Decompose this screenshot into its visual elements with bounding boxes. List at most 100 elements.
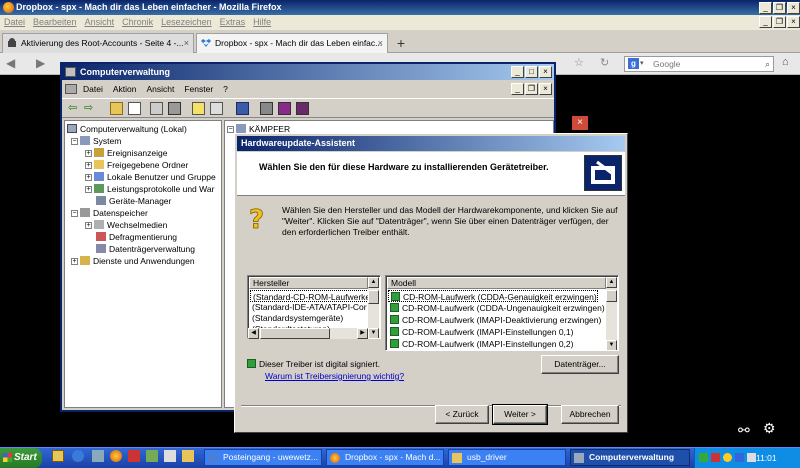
quicklaunch-app-icon[interactable]	[146, 450, 158, 462]
help-icon[interactable]	[192, 102, 205, 115]
menu-hilfe[interactable]: Hilfe	[249, 15, 275, 30]
uninstall-icon[interactable]	[278, 102, 291, 115]
taskbar-item-computerverwaltung[interactable]: Computerverwaltung	[570, 449, 690, 466]
menu-datei[interactable]: Datei	[0, 15, 29, 30]
tree-item-wechselmedien[interactable]: + Wechselmedien	[85, 219, 167, 231]
gear-icon[interactable]: ⚙	[763, 420, 776, 437]
restore-button[interactable]: ❐	[773, 2, 786, 14]
cv-menu-datei[interactable]: Datei	[78, 81, 108, 97]
back-icon[interactable]: ⇦	[68, 102, 81, 115]
menu-extras[interactable]: Extras	[216, 15, 250, 30]
system-menu-icon[interactable]	[65, 84, 77, 94]
menu-chronik[interactable]: Chronik	[118, 15, 157, 30]
bookmark-star-icon[interactable]: ☆	[574, 56, 584, 69]
tray-icon[interactable]	[735, 453, 744, 462]
minimize-button[interactable]: _	[759, 2, 772, 14]
tab-root-account[interactable]: Aktivierung des Root-Accounts - Seite 4 …	[2, 33, 194, 53]
expand-icon[interactable]: +	[85, 174, 92, 181]
scroll-down-icon[interactable]: ▼	[606, 340, 617, 350]
view-icon[interactable]	[210, 102, 223, 115]
dropdown-icon[interactable]: ▾	[640, 57, 644, 71]
tray-icon[interactable]	[711, 453, 720, 462]
tree-item-freigegebene-ordner[interactable]: + Freigegebene Ordner	[85, 159, 188, 171]
scroll-right-icon[interactable]: ▶	[357, 328, 368, 339]
quicklaunch-explorer-icon[interactable]	[52, 450, 64, 462]
new-tab-button[interactable]: +	[392, 35, 410, 51]
tab-close-icon[interactable]: ×	[184, 34, 189, 52]
menu-lesezeichen[interactable]: Lesezeichen	[157, 15, 216, 30]
quicklaunch-desktop-icon[interactable]	[92, 450, 104, 462]
update-driver-icon[interactable]	[260, 102, 273, 115]
expand-icon[interactable]: +	[85, 150, 92, 157]
collapse-icon[interactable]: −	[71, 138, 78, 145]
quicklaunch-app-icon[interactable]	[164, 450, 176, 462]
tree-item-leistungsprotokolle[interactable]: + Leistungsprotokolle und War	[85, 183, 214, 195]
menu-bearbeiten[interactable]: Bearbeiten	[29, 15, 81, 30]
home-icon[interactable]: ⌂	[782, 56, 789, 68]
cv-close-button[interactable]: ×	[539, 66, 552, 78]
cv-minimize-button[interactable]: _	[511, 66, 524, 78]
link-icon[interactable]: ⚯	[738, 422, 750, 439]
scroll-left-icon[interactable]: ◀	[248, 328, 259, 339]
tree-system[interactable]: − System	[71, 135, 121, 147]
disk-button[interactable]: Datenträger...	[541, 355, 619, 374]
signing-help-link[interactable]: Warum ist Treibersignierung wichtig?	[265, 371, 404, 381]
scroll-up-icon[interactable]: ▲	[368, 277, 379, 288]
manufacturer-hscrollbar[interactable]: ◀ ▶	[248, 328, 368, 339]
model-header[interactable]: Modell	[387, 277, 606, 289]
quicklaunch-app-icon[interactable]	[128, 450, 140, 462]
expand-icon[interactable]: +	[71, 258, 78, 265]
quicklaunch-folder-icon[interactable]	[182, 450, 194, 462]
scan-hardware-icon[interactable]	[236, 102, 249, 115]
properties-icon[interactable]	[150, 102, 163, 115]
volume-icon[interactable]	[747, 453, 756, 462]
manufacturer-header[interactable]: Hersteller	[249, 277, 368, 289]
scroll-up-icon[interactable]: ▲	[606, 277, 617, 288]
show-tree-icon[interactable]	[128, 102, 141, 115]
tree-item-defragmentierung[interactable]: Defragmentierung	[96, 231, 177, 243]
back-button[interactable]: < Zurück	[435, 405, 489, 424]
hscroll-thumb[interactable]	[260, 328, 330, 339]
doc-restore-button[interactable]: ❐	[773, 16, 786, 28]
cv-doc-close-button[interactable]: ×	[539, 83, 552, 95]
tree-item-datentraegerverwaltung[interactable]: Datenträgerverwaltung	[96, 243, 195, 255]
reload-icon[interactable]: ↻	[600, 56, 609, 69]
manufacturer-scrollbar[interactable]: ▲ ▼	[368, 277, 379, 338]
cv-maximize-button[interactable]: □	[525, 66, 538, 78]
cv-doc-minimize-button[interactable]: _	[511, 83, 524, 95]
collapse-icon[interactable]: −	[227, 126, 234, 133]
taskbar-item-posteingang[interactable]: Posteingang - uwewetz...	[204, 449, 322, 466]
tree-root[interactable]: Computerverwaltung (Lokal)	[67, 123, 187, 135]
taskbar-item-usb-driver[interactable]: usb_driver	[448, 449, 566, 466]
back-arrow-icon[interactable]: ◀	[6, 56, 15, 70]
model-item[interactable]: CD-ROM-Laufwerk (IMAPI-Einstellungen 0,2…	[388, 338, 573, 350]
cv-menu-aktion[interactable]: Aktion	[108, 81, 142, 97]
next-button[interactable]: Weiter >	[492, 404, 548, 425]
model-item[interactable]: CD-ROM-Laufwerk (IMAPI-Einstellungen 0,1…	[388, 326, 573, 338]
close-button[interactable]: ×	[787, 2, 800, 14]
cancel-button[interactable]: Abbrechen	[561, 405, 619, 424]
tray-icon[interactable]	[699, 453, 708, 462]
tab-close-icon[interactable]: ×	[378, 34, 383, 52]
model-item[interactable]: CD-ROM-Laufwerk (IMAPI-Deaktivierung erz…	[388, 314, 601, 326]
search-icon[interactable]: ⌕	[765, 57, 770, 71]
scroll-thumb[interactable]	[606, 290, 617, 302]
model-list[interactable]: Modell CD-ROM-Laufwerk (CDDA-Genauigkeit…	[385, 275, 619, 351]
start-button[interactable]: Start	[0, 448, 42, 468]
tray-icon[interactable]	[723, 453, 732, 462]
search-input[interactable]: g ▾ Google ⌕	[624, 56, 774, 72]
expand-icon[interactable]: +	[85, 162, 92, 169]
quicklaunch-ie-icon[interactable]	[72, 450, 84, 462]
tree-item-lokale-benutzer[interactable]: + Lokale Benutzer und Gruppe	[85, 171, 216, 183]
tab-dropbox[interactable]: Dropbox - spx - Mach dir das Leben einfa…	[196, 33, 388, 53]
close-overlay-button[interactable]: ×	[572, 116, 588, 130]
doc-close-button[interactable]: ×	[787, 16, 800, 28]
cv-menu-ansicht[interactable]: Ansicht	[141, 81, 179, 97]
scroll-down-icon[interactable]: ▼	[368, 328, 379, 338]
model-item[interactable]: CD-ROM-Laufwerk (CDDA-Genauigkeit erzwin…	[388, 290, 598, 302]
tree-datenspeicher[interactable]: − Datenspeicher	[71, 207, 148, 219]
print-icon[interactable]	[168, 102, 181, 115]
expand-icon[interactable]: +	[85, 186, 92, 193]
model-item[interactable]: CD-ROM-Laufwerk (CDDA-Ungenauigkeit erzw…	[388, 302, 605, 314]
forward-arrow-icon[interactable]: ▶	[36, 56, 45, 70]
